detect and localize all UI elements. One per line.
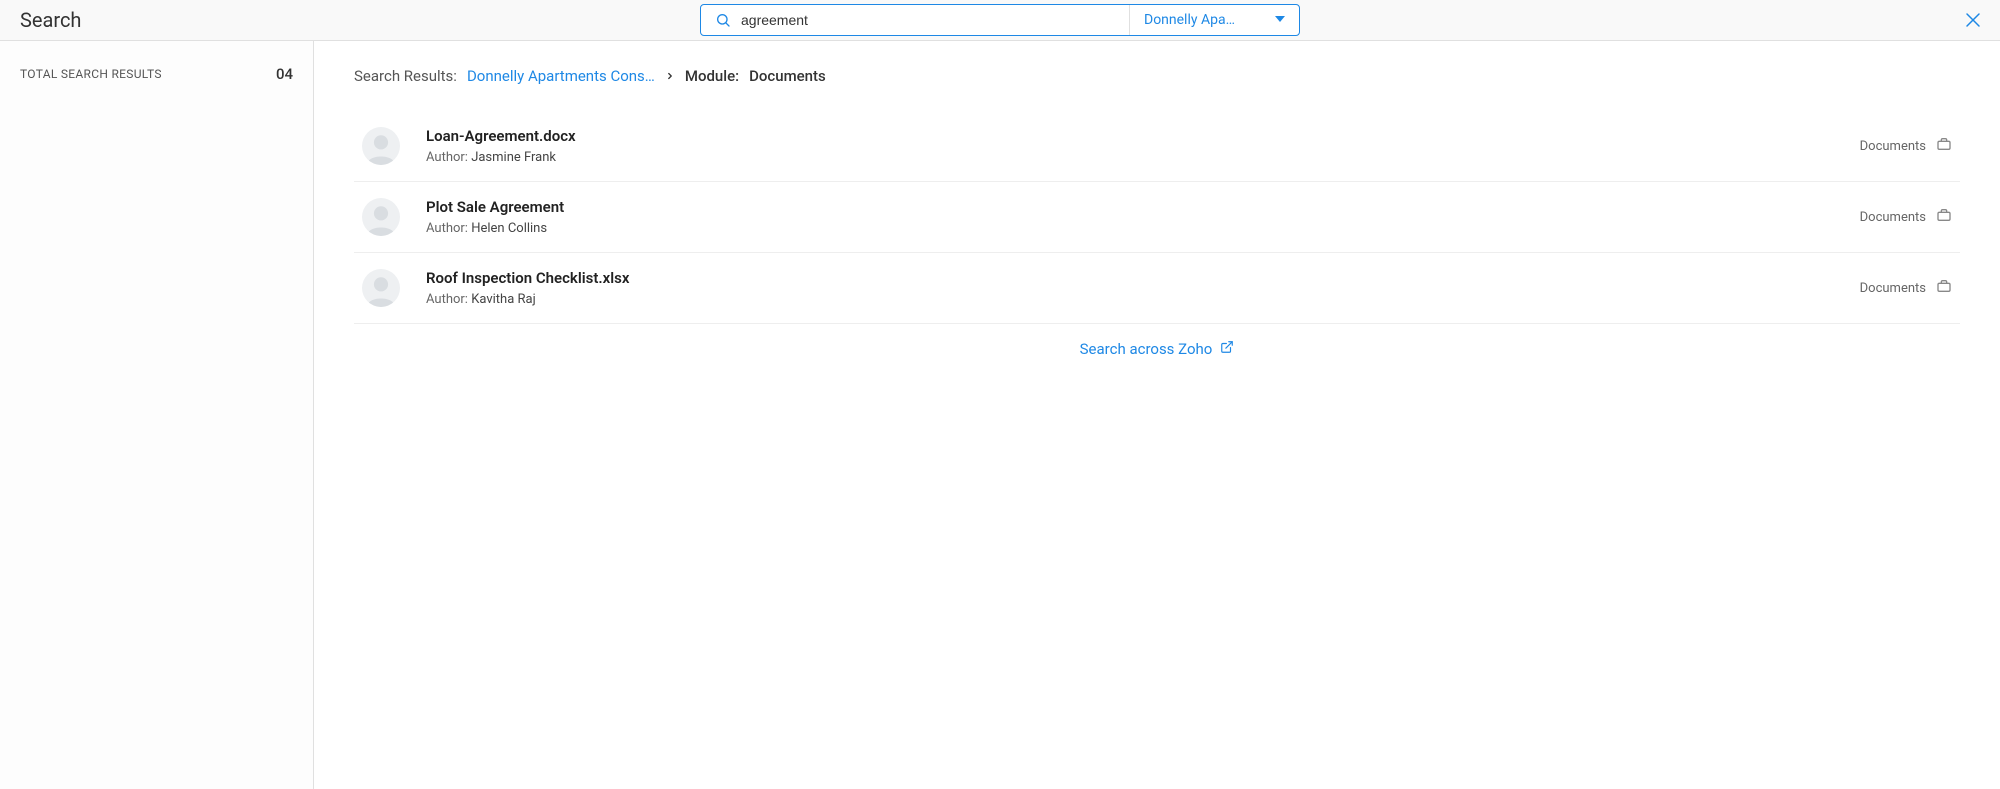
search-across-link[interactable]: Search across Zoho xyxy=(354,324,1960,374)
avatar xyxy=(362,198,400,236)
chevron-down-icon xyxy=(1275,12,1285,28)
header-bar: Search Donnelly Apa… xyxy=(0,0,2000,41)
content-area: Search Results: Donnelly Apartments Cons… xyxy=(314,41,2000,789)
result-body: Roof Inspection Checklist.xlsx Author: K… xyxy=(426,269,1834,307)
page-title: Search xyxy=(0,8,81,32)
result-title: Loan-Agreement.docx xyxy=(426,127,1834,145)
result-subtitle: Author: Jasmine Frank xyxy=(426,150,1834,165)
breadcrumb-results-label: Search Results: xyxy=(354,67,457,85)
breadcrumb-module-label: Module: xyxy=(685,67,739,85)
external-link-icon xyxy=(1220,340,1234,358)
result-item[interactable]: Loan-Agreement.docx Author: Jasmine Fran… xyxy=(354,111,1960,182)
briefcase-icon xyxy=(1936,278,1952,298)
briefcase-icon xyxy=(1936,136,1952,156)
result-meta: Documents xyxy=(1860,136,1952,156)
author-name: Kavitha Raj xyxy=(471,292,536,307)
search-across-label: Search across Zoho xyxy=(1080,340,1213,358)
total-results-label: TOTAL SEARCH RESULTS xyxy=(20,67,162,81)
avatar xyxy=(362,269,400,307)
search-filter-dropdown[interactable]: Donnelly Apa… xyxy=(1129,5,1299,35)
search-filter-label: Donnelly Apa… xyxy=(1144,12,1265,28)
result-title: Plot Sale Agreement xyxy=(426,198,1834,216)
main-content: TOTAL SEARCH RESULTS 04 Search Results: … xyxy=(0,41,2000,789)
result-title: Roof Inspection Checklist.xlsx xyxy=(426,269,1834,287)
avatar xyxy=(362,127,400,165)
sidebar: TOTAL SEARCH RESULTS 04 xyxy=(0,41,314,789)
result-type-label: Documents xyxy=(1860,210,1926,225)
result-subtitle: Author: Helen Collins xyxy=(426,221,1834,236)
total-results-count: 04 xyxy=(276,65,293,83)
search-container: Donnelly Apa… xyxy=(700,4,1300,36)
breadcrumb: Search Results: Donnelly Apartments Cons… xyxy=(354,67,1960,85)
result-body: Plot Sale Agreement Author: Helen Collin… xyxy=(426,198,1834,236)
result-item[interactable]: Plot Sale Agreement Author: Helen Collin… xyxy=(354,182,1960,253)
breadcrumb-module-value: Documents xyxy=(749,67,826,85)
author-name: Helen Collins xyxy=(471,221,547,236)
result-body: Loan-Agreement.docx Author: Jasmine Fran… xyxy=(426,127,1834,165)
briefcase-icon xyxy=(1936,207,1952,227)
result-type-label: Documents xyxy=(1860,281,1926,296)
author-label: Author: xyxy=(426,221,471,236)
results-list: Loan-Agreement.docx Author: Jasmine Fran… xyxy=(354,111,1960,324)
breadcrumb-project-link[interactable]: Donnelly Apartments Cons… xyxy=(467,67,655,85)
author-label: Author: xyxy=(426,150,471,165)
author-name: Jasmine Frank xyxy=(471,150,556,165)
close-button[interactable] xyxy=(1964,11,1982,29)
result-type-label: Documents xyxy=(1860,139,1926,154)
search-input[interactable] xyxy=(741,5,1129,35)
result-meta: Documents xyxy=(1860,207,1952,227)
author-label: Author: xyxy=(426,292,471,307)
chevron-right-icon xyxy=(665,67,675,85)
result-meta: Documents xyxy=(1860,278,1952,298)
result-item[interactable]: Roof Inspection Checklist.xlsx Author: K… xyxy=(354,253,1960,324)
result-subtitle: Author: Kavitha Raj xyxy=(426,292,1834,307)
search-icon xyxy=(701,12,741,28)
sidebar-total-row: TOTAL SEARCH RESULTS 04 xyxy=(20,65,293,83)
